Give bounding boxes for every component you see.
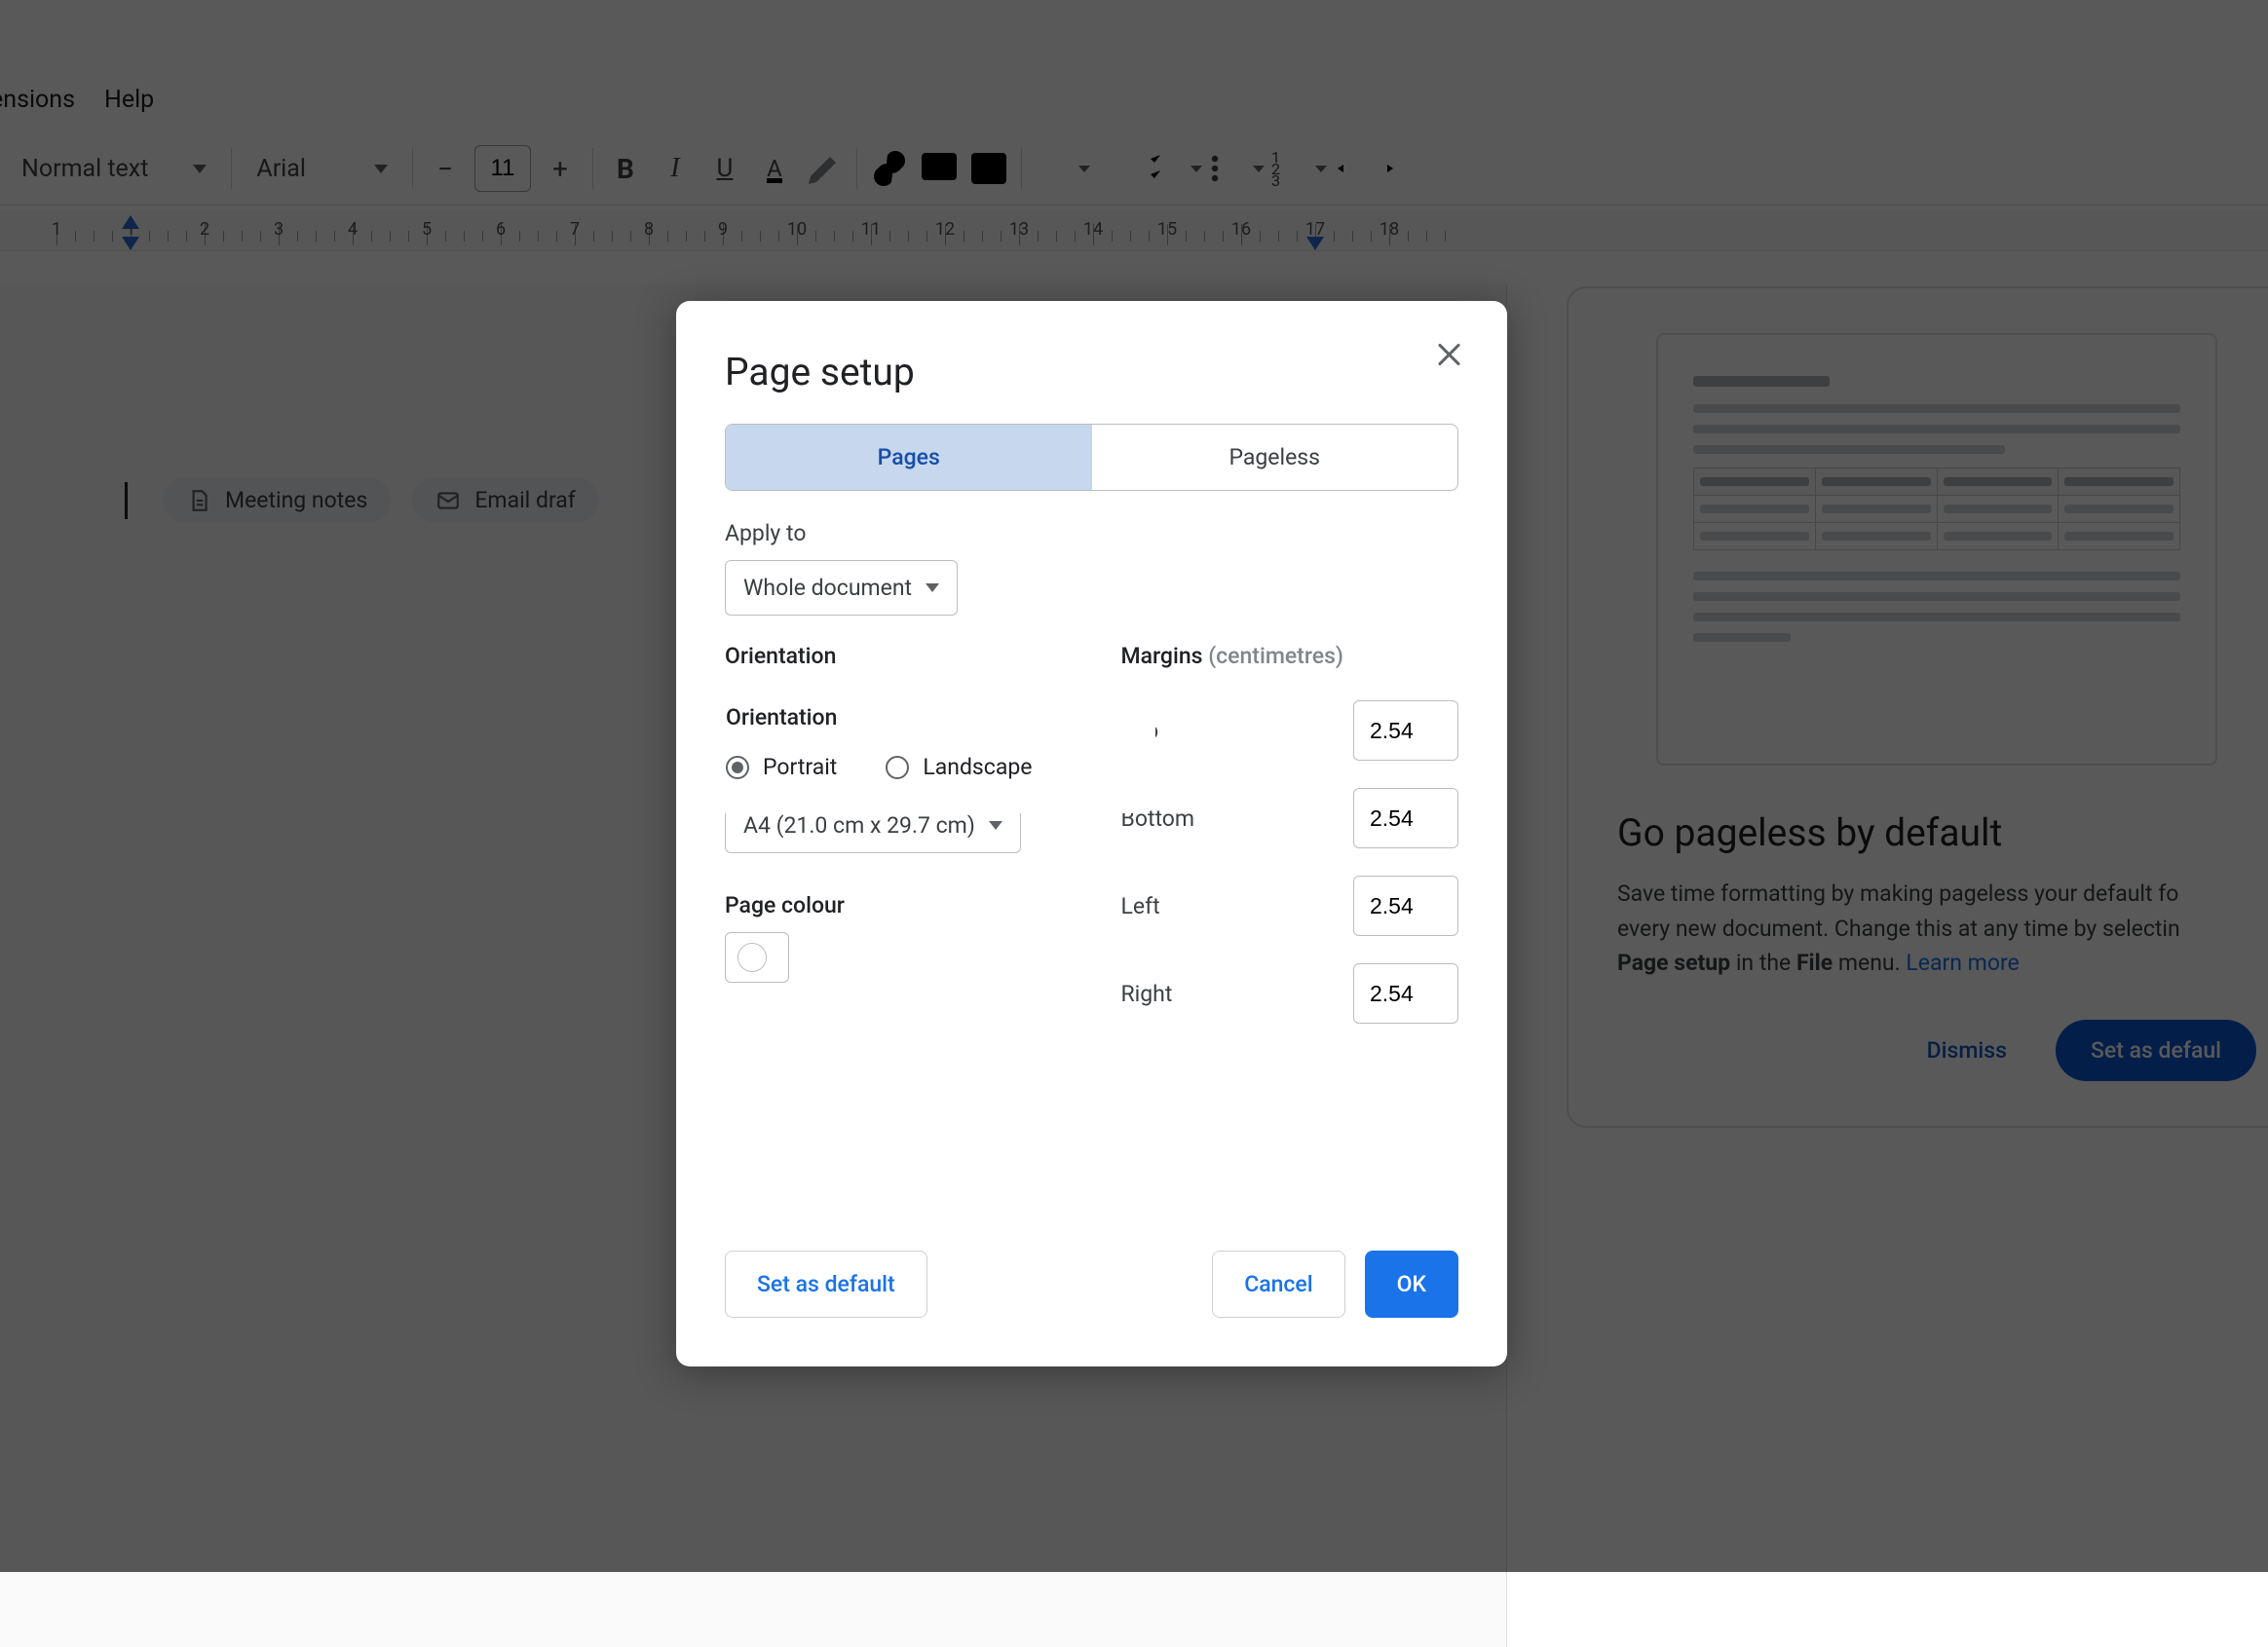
color-swatch-icon bbox=[737, 943, 767, 972]
margin-left-input[interactable] bbox=[1353, 876, 1458, 936]
chevron-down-icon bbox=[989, 821, 1002, 830]
apply-to-label: Apply to bbox=[725, 520, 1458, 546]
margins-label: Margins (centimetres) bbox=[1121, 643, 1459, 669]
orientation-label-hl: Orientation bbox=[726, 704, 1145, 730]
margin-right-label: Right bbox=[1121, 981, 1173, 1007]
dialog-title: Page setup bbox=[725, 350, 1458, 394]
set-as-default-button[interactable]: Set as default bbox=[725, 1251, 927, 1318]
tab-pages[interactable]: Pages bbox=[726, 425, 1092, 490]
chevron-down-icon bbox=[926, 583, 939, 592]
cancel-button[interactable]: Cancel bbox=[1212, 1251, 1344, 1318]
tab-pageless[interactable]: Pageless bbox=[1092, 425, 1458, 490]
orientation-portrait-hl[interactable]: Portrait bbox=[726, 754, 837, 780]
margin-top-input[interactable] bbox=[1353, 700, 1458, 761]
ok-button[interactable]: OK bbox=[1365, 1251, 1458, 1318]
page-setup-dialog: Page setup Pages Pageless Apply to Whole… bbox=[676, 301, 1507, 1366]
page-color-label: Page colour bbox=[725, 892, 1063, 918]
orientation-landscape-hl[interactable]: Landscape bbox=[886, 754, 1032, 780]
paper-size-value: A4 (21.0 cm x 29.7 cm) bbox=[743, 812, 975, 839]
page-color-select[interactable] bbox=[725, 932, 789, 983]
tab-bar: Pages Pageless bbox=[725, 424, 1458, 491]
radio-icon bbox=[886, 756, 909, 779]
margin-left-label: Left bbox=[1121, 893, 1160, 919]
margin-bottom-input[interactable] bbox=[1353, 788, 1458, 848]
apply-to-select[interactable]: Whole document bbox=[725, 560, 958, 616]
radio-icon bbox=[726, 756, 749, 779]
apply-to-value: Whole document bbox=[743, 575, 912, 601]
margin-right-input[interactable] bbox=[1353, 963, 1458, 1024]
close-button[interactable] bbox=[1433, 338, 1466, 371]
orientation-label: Orientation bbox=[725, 643, 1063, 669]
